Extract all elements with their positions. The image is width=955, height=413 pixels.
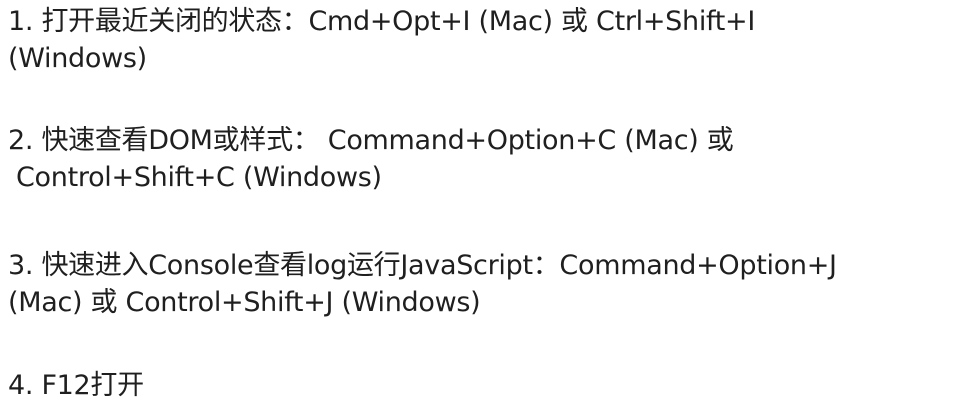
tip-3-line-1: 3. 快速进入Console查看log运行JavaScript：Command+… <box>8 250 837 281</box>
tip-item-2: 2. 快速查看DOM或样式： Command+Option+C (Mac) 或 … <box>8 122 948 196</box>
tip-item-1: 1. 打开最近关闭的状态：Cmd+Opt+I (Mac) 或 Ctrl+Shif… <box>8 3 948 77</box>
tip-2-line-1: 2. 快速查看DOM或样式： Command+Option+C (Mac) 或 <box>8 125 734 156</box>
tip-4-line-1: 4. F12打开 <box>8 370 144 401</box>
shortcut-tips-document: 1. 打开最近关闭的状态：Cmd+Opt+I (Mac) 或 Ctrl+Shif… <box>0 0 955 413</box>
tip-3-line-2: (Mac) 或 Control+Shift+J (Windows) <box>8 287 481 318</box>
tip-item-3: 3. 快速进入Console查看log运行JavaScript：Command+… <box>8 247 948 321</box>
tip-item-4: 4. F12打开 <box>8 367 948 404</box>
tip-2-line-2: Control+Shift+C (Windows) <box>16 162 382 193</box>
tip-1-line-2: (Windows) <box>8 43 147 74</box>
tip-1-line-1: 1. 打开最近关闭的状态：Cmd+Opt+I (Mac) 或 Ctrl+Shif… <box>8 6 756 37</box>
